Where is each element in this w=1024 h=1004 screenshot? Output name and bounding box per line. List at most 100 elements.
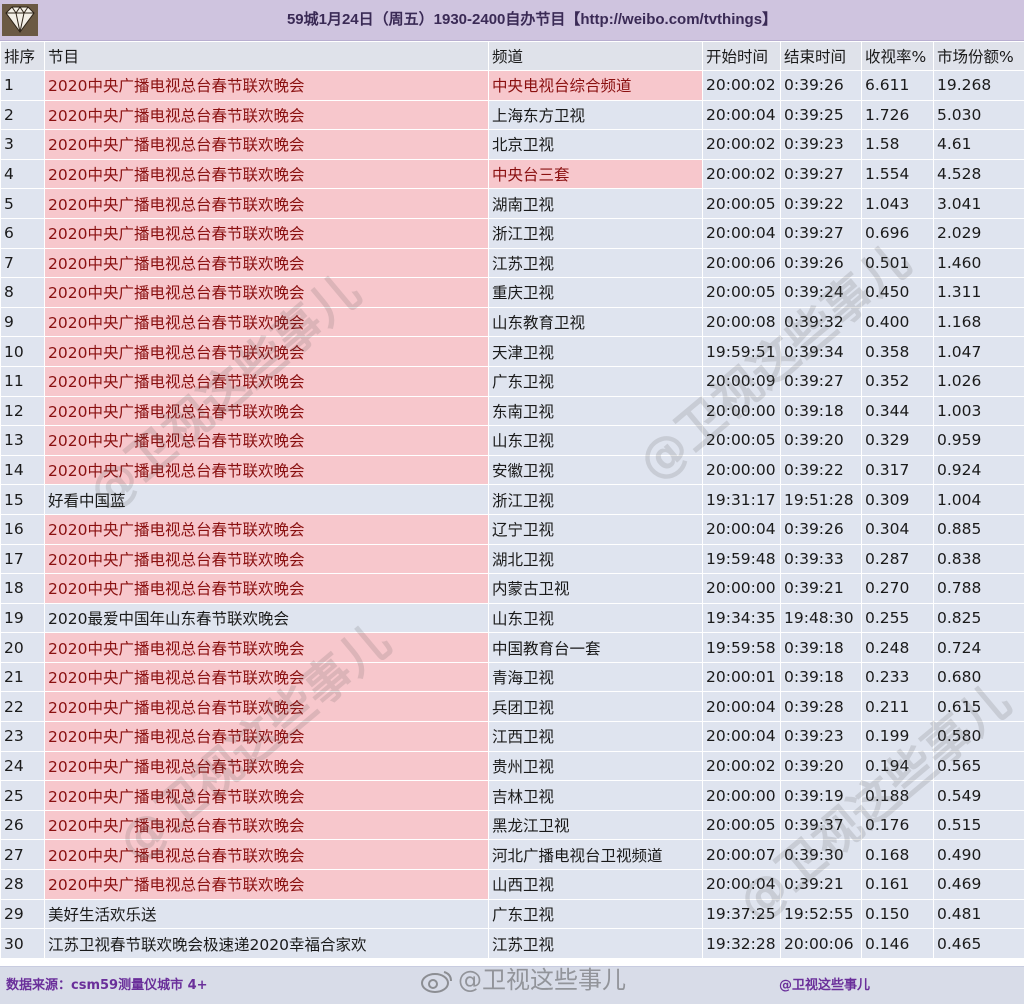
- cell-channel: 内蒙古卫视: [489, 574, 703, 604]
- cell-rank: 10: [1, 337, 45, 367]
- cell-share: 1.311: [934, 278, 1024, 308]
- cell-rating: 0.199: [862, 722, 934, 752]
- cell-rank: 16: [1, 514, 45, 544]
- header-rating: 收视率%: [862, 42, 934, 71]
- cell-share: 0.825: [934, 603, 1024, 633]
- cell-share: 2.029: [934, 218, 1024, 248]
- cell-channel: 湖南卫视: [489, 189, 703, 219]
- cell-end-time: 0:39:28: [781, 692, 862, 722]
- cell-rank: 15: [1, 485, 45, 515]
- cell-channel: 天津卫视: [489, 337, 703, 367]
- cell-program: 2020中央广播电视总台春节联欢晚会: [45, 426, 489, 456]
- table-row: 42020中央广播电视总台春节联欢晚会中央台三套20:00:020:39:271…: [1, 159, 1024, 189]
- cell-end-time: 0:39:27: [781, 218, 862, 248]
- cell-rating: 1.554: [862, 159, 934, 189]
- cell-end-time: 0:39:18: [781, 662, 862, 692]
- cell-end-time: 0:39:25: [781, 100, 862, 130]
- cell-channel: 浙江卫视: [489, 218, 703, 248]
- cell-start-time: 20:00:04: [703, 100, 781, 130]
- table-row: 232020中央广播电视总台春节联欢晚会江西卫视20:00:040:39:230…: [1, 722, 1024, 752]
- cell-share: 0.565: [934, 751, 1024, 781]
- table-row: 182020中央广播电视总台春节联欢晚会内蒙古卫视20:00:000:39:21…: [1, 574, 1024, 604]
- cell-start-time: 20:00:00: [703, 574, 781, 604]
- table-body: 12020中央广播电视总台春节联欢晚会中央电视台综合频道20:00:020:39…: [1, 71, 1024, 959]
- cell-end-time: 0:39:21: [781, 574, 862, 604]
- cell-share: 0.469: [934, 870, 1024, 900]
- brand-label: @卫视这些事儿: [779, 967, 870, 1004]
- cell-rating: 1.043: [862, 189, 934, 219]
- table-row: 142020中央广播电视总台春节联欢晚会安徽卫视20:00:000:39:220…: [1, 455, 1024, 485]
- cell-start-time: 20:00:02: [703, 130, 781, 160]
- cell-end-time: 19:52:55: [781, 899, 862, 929]
- cell-rank: 19: [1, 603, 45, 633]
- cell-end-time: 0:39:23: [781, 722, 862, 752]
- cell-end-time: 0:39:18: [781, 633, 862, 663]
- title-bar: 59城1月24日（周五）1930-2400自办节目【http://weibo.c…: [0, 0, 1024, 41]
- cell-end-time: 0:39:27: [781, 366, 862, 396]
- cell-rating: 0.211: [862, 692, 934, 722]
- cell-program: 美好生活欢乐送: [45, 899, 489, 929]
- cell-end-time: 0:39:26: [781, 71, 862, 101]
- cell-end-time: 0:39:19: [781, 781, 862, 811]
- cell-channel: 中央电视台综合频道: [489, 71, 703, 101]
- table-row: 282020中央广播电视总台春节联欢晚会山西卫视20:00:040:39:210…: [1, 870, 1024, 900]
- cell-end-time: 0:39:33: [781, 544, 862, 574]
- header-program: 节目: [45, 42, 489, 71]
- cell-share: 0.724: [934, 633, 1024, 663]
- cell-rank: 25: [1, 781, 45, 811]
- cell-program: 2020中央广播电视总台春节联欢晚会: [45, 307, 489, 337]
- cell-rank: 22: [1, 692, 45, 722]
- cell-end-time: 0:39:20: [781, 751, 862, 781]
- cell-rating: 0.450: [862, 278, 934, 308]
- cell-rating: 0.188: [862, 781, 934, 811]
- cell-program: 2020中央广播电视总台春节联欢晚会: [45, 189, 489, 219]
- cell-share: 0.549: [934, 781, 1024, 811]
- cell-rank: 8: [1, 278, 45, 308]
- cell-end-time: 20:00:06: [781, 929, 862, 959]
- cell-program: 2020中央广播电视总台春节联欢晚会: [45, 870, 489, 900]
- cell-rating: 0.168: [862, 840, 934, 870]
- cell-program: 2020中央广播电视总台春节联欢晚会: [45, 159, 489, 189]
- cell-start-time: 19:37:25: [703, 899, 781, 929]
- cell-end-time: 0:39:22: [781, 455, 862, 485]
- cell-start-time: 19:31:17: [703, 485, 781, 515]
- cell-share: 0.885: [934, 514, 1024, 544]
- cell-share: 0.615: [934, 692, 1024, 722]
- cell-program: 2020中央广播电视总台春节联欢晚会: [45, 455, 489, 485]
- cell-share: 3.041: [934, 189, 1024, 219]
- cell-end-time: 0:39:34: [781, 337, 862, 367]
- cell-channel: 黑龙江卫视: [489, 810, 703, 840]
- cell-end-time: 0:39:18: [781, 396, 862, 426]
- table-row: 202020中央广播电视总台春节联欢晚会中国教育台一套19:59:580:39:…: [1, 633, 1024, 663]
- cell-program: 2020中央广播电视总台春节联欢晚会: [45, 396, 489, 426]
- cell-rating: 0.352: [862, 366, 934, 396]
- table-row: 102020中央广播电视总台春节联欢晚会天津卫视19:59:510:39:340…: [1, 337, 1024, 367]
- cell-rank: 7: [1, 248, 45, 278]
- cell-end-time: 19:48:30: [781, 603, 862, 633]
- cell-rating: 0.400: [862, 307, 934, 337]
- table-row: 52020中央广播电视总台春节联欢晚会湖南卫视20:00:050:39:221.…: [1, 189, 1024, 219]
- cell-channel: 安徽卫视: [489, 455, 703, 485]
- table-row: 112020中央广播电视总台春节联欢晚会广东卫视20:00:090:39:270…: [1, 366, 1024, 396]
- cell-program: 2020中央广播电视总台春节联欢晚会: [45, 840, 489, 870]
- cell-rating: 1.726: [862, 100, 934, 130]
- cell-channel: 广东卫视: [489, 899, 703, 929]
- cell-channel: 江西卫视: [489, 722, 703, 752]
- table-row: 172020中央广播电视总台春节联欢晚会湖北卫视19:59:480:39:330…: [1, 544, 1024, 574]
- cell-end-time: 0:39:21: [781, 870, 862, 900]
- cell-rating: 0.255: [862, 603, 934, 633]
- cell-start-time: 20:00:07: [703, 840, 781, 870]
- cell-rank: 30: [1, 929, 45, 959]
- cell-rating: 6.611: [862, 71, 934, 101]
- cell-end-time: 0:39:20: [781, 426, 862, 456]
- cell-program: 2020中央广播电视总台春节联欢晚会: [45, 574, 489, 604]
- cell-rank: 20: [1, 633, 45, 663]
- page-title: 59城1月24日（周五）1930-2400自办节目【http://weibo.c…: [40, 0, 1024, 40]
- cell-channel: 上海东方卫视: [489, 100, 703, 130]
- cell-share: 19.268: [934, 71, 1024, 101]
- cell-program: 江苏卫视春节联欢晚会极速递2020幸福合家欢: [45, 929, 489, 959]
- cell-start-time: 20:00:00: [703, 781, 781, 811]
- cell-channel: 中国教育台一套: [489, 633, 703, 663]
- cell-share: 4.528: [934, 159, 1024, 189]
- cell-share: 1.003: [934, 396, 1024, 426]
